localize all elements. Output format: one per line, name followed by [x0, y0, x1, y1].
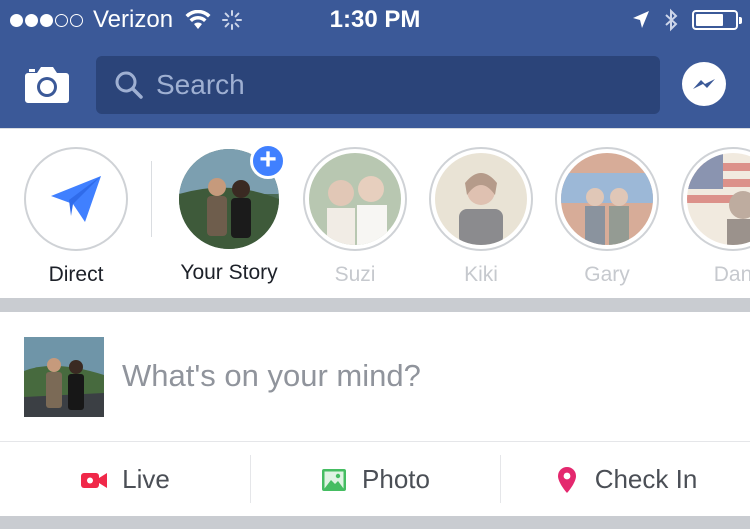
story-label: Kiki: [464, 263, 498, 286]
status-right: [632, 8, 742, 32]
story-label: Gary: [584, 263, 630, 286]
story-friend[interactable]: Gary: [552, 147, 662, 287]
checkin-label: Check In: [594, 464, 698, 494]
story-friend[interactable]: Kiki: [426, 147, 536, 287]
location-arrow-icon: [633, 11, 649, 28]
story-friend[interactable]: Suzi: [300, 147, 410, 287]
story-label: Dan: [713, 263, 750, 286]
story-ring: [429, 147, 533, 251]
story-your-story[interactable]: + Your Story: [174, 143, 286, 285]
story-avatar: [687, 153, 750, 245]
story-label-your-story: Your Story: [180, 261, 278, 284]
section-separator: [0, 298, 750, 312]
top-nav: Search: [0, 40, 750, 128]
bluetooth-icon: [665, 8, 678, 32]
search-placeholder: Search: [156, 69, 245, 100]
story-friend[interactable]: Dan: [678, 147, 750, 287]
search-input[interactable]: Search: [96, 56, 660, 114]
live-video-icon: [81, 472, 108, 488]
story-avatar: [561, 153, 653, 245]
composer-actions: Live Photo Check In: [0, 443, 750, 516]
paper-plane-icon: [51, 176, 101, 222]
checkin-button[interactable]: Check In: [500, 443, 750, 516]
header: Verizon 1:30 PM Search: [0, 0, 750, 128]
battery-level: [696, 14, 723, 26]
search-icon: [115, 71, 143, 99]
stories-tray: Direct + Your Story Suzi Kiki Gary Dan: [0, 128, 750, 298]
status-bar: Verizon 1:30 PM: [0, 0, 750, 40]
story-label: Suzi: [334, 263, 376, 286]
story-ring: [303, 147, 407, 251]
messenger-button[interactable]: [682, 62, 726, 106]
stories-divider: [151, 161, 152, 237]
battery-icon: [692, 10, 742, 30]
section-separator: [0, 516, 750, 529]
add-story-button[interactable]: +: [250, 143, 286, 179]
location-pin-icon: [557, 466, 576, 493]
user-avatar: [24, 337, 104, 417]
live-label: Live: [122, 464, 170, 494]
story-avatar: [309, 153, 401, 245]
story-direct[interactable]: Direct: [21, 147, 131, 287]
story-ring: [681, 147, 750, 251]
story-label-direct: Direct: [48, 263, 104, 286]
story-avatar: [435, 153, 527, 245]
status-composer[interactable]: What's on your mind?: [0, 312, 750, 442]
live-button[interactable]: Live: [0, 443, 250, 516]
photo-icon: [322, 468, 347, 491]
messenger-icon: [693, 79, 715, 89]
direct-ring: [24, 147, 128, 251]
composer-placeholder[interactable]: What's on your mind?: [122, 358, 421, 394]
photo-label: Photo: [362, 464, 430, 494]
story-ring: [555, 147, 659, 251]
camera-icon[interactable]: [24, 64, 70, 104]
photo-button[interactable]: Photo: [250, 443, 500, 516]
